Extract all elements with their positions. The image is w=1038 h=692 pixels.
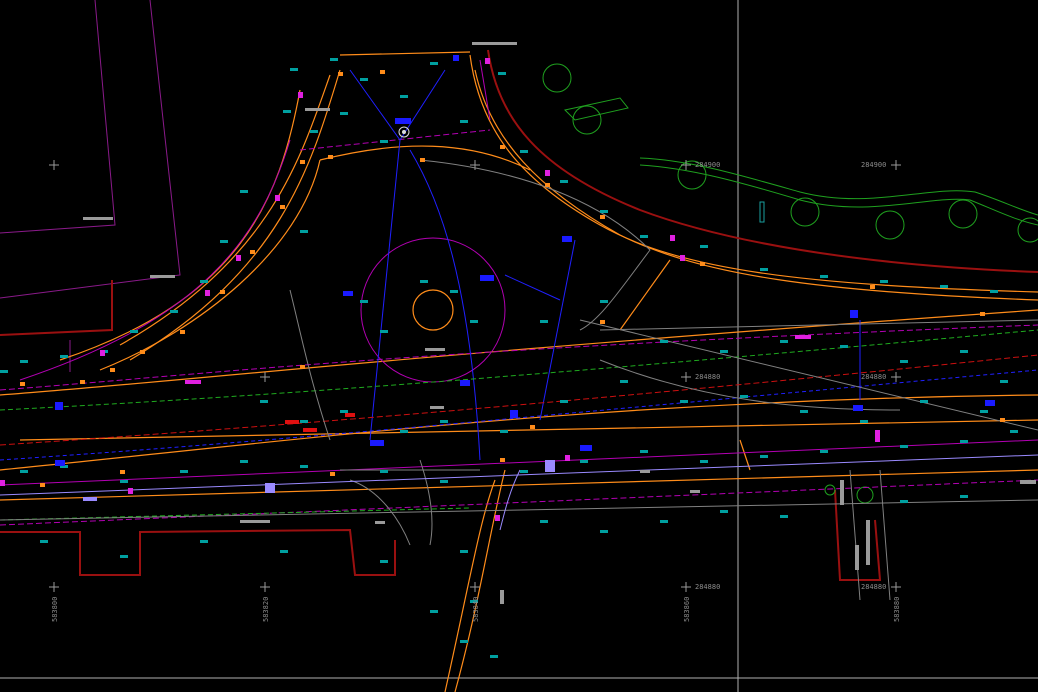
magenta-point-markers (0, 58, 880, 521)
grid-label-northing: 284880 (695, 373, 720, 381)
grid-label-easting: 583820 (262, 597, 270, 622)
utility-pole-symbol (759, 201, 765, 223)
cad-drawing-canvas[interactable]: 284900 284900 284880 284880 284880 28488… (0, 0, 1038, 692)
manhole-icon (398, 126, 410, 138)
grid-label-easting: 583800 (51, 597, 59, 622)
vegetation-outlines (542, 63, 1038, 504)
cad-drawing-viewport[interactable]: 284900 284900 284880 284880 284880 28488… (0, 0, 1038, 692)
red-point-markers (285, 413, 355, 432)
cyan-annotation-markers (0, 58, 1018, 658)
grid-coordinate-labels: 284900 284900 284880 284880 284880 28488… (51, 161, 901, 622)
grid-label-easting: 583840 (472, 597, 480, 622)
gas-line (0, 354, 1038, 446)
grid-label-northing: 284900 (861, 161, 886, 169)
grid-label-easting: 583880 (893, 597, 901, 622)
lavender-point-markers (83, 460, 555, 501)
grid-label-easting: 583860 (683, 597, 691, 622)
grid-label-northing: 284880 (695, 583, 720, 591)
grid-label-northing: 284880 (861, 583, 886, 591)
grid-crosses (49, 160, 901, 592)
grid-label-northing: 284880 (861, 373, 886, 381)
boundary-lines (0, 59, 1038, 526)
grid-label-northing: 284900 (695, 161, 720, 169)
building-outlines (0, 0, 181, 372)
cable-lines (0, 51, 1038, 692)
